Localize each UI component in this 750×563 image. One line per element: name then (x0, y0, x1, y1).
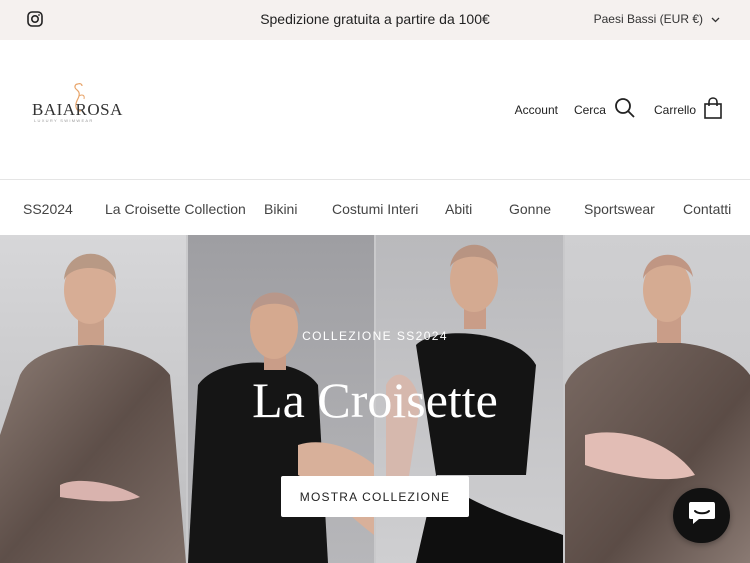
account-link[interactable]: Account (515, 103, 558, 117)
country-selector-label: Paesi Bassi (EUR €) (593, 12, 703, 26)
nav-item-la-croisette-collection[interactable]: La Croisette Collection (105, 201, 246, 217)
nav-item-abiti[interactable]: Abiti (445, 201, 472, 217)
shopping-bag-icon (704, 97, 722, 122)
logo-wordmark: BAIAROSA (32, 100, 123, 119)
search-label: Cerca (573, 102, 606, 117)
nav-item-costumi-interi[interactable]: Costumi Interi (332, 201, 418, 217)
cart-button[interactable]: Carrello (654, 97, 722, 122)
header-links: Account Cerca Carrello (515, 97, 722, 122)
country-selector[interactable]: Paesi Bassi (EUR €) (594, 12, 720, 26)
search-icon (614, 97, 636, 122)
nav-item-bikini[interactable]: Bikini (264, 201, 297, 217)
main-navigation: SS2024 La Croisette Collection Bikini Co… (0, 181, 750, 235)
logo[interactable]: BAIAROSA LUXURY SWIMWEAR (30, 80, 130, 128)
logo-tagline: LUXURY SWIMWEAR (34, 118, 94, 123)
search-button[interactable]: Cerca (574, 97, 636, 122)
nav-item-gonne[interactable]: Gonne (509, 201, 551, 217)
chat-icon (687, 499, 717, 532)
hero-subtitle: COLLEZIONE SS2024 (302, 329, 448, 343)
nav-item-ss2024[interactable]: SS2024 (23, 201, 73, 217)
announcement-bar: Spedizione gratuita a partire da 100€ Pa… (0, 0, 750, 40)
account-label: Account (514, 102, 558, 117)
hero-banner[interactable]: COLLEZIONE SS2024 La Croisette MOSTRA CO… (0, 235, 750, 563)
nav-item-sportswear[interactable]: Sportswear (584, 201, 655, 217)
show-collection-button[interactable]: MOSTRA COLLEZIONE (281, 476, 469, 517)
hero-title: La Croisette (252, 372, 498, 428)
cart-label: Carrello (653, 102, 696, 117)
chat-button[interactable] (673, 488, 730, 543)
hero-overlay: COLLEZIONE SS2024 La Croisette MOSTRA CO… (0, 235, 750, 563)
site-header: BAIAROSA LUXURY SWIMWEAR Account Cerca C… (0, 40, 750, 180)
chevron-down-icon (711, 12, 720, 26)
nav-item-contatti[interactable]: Contatti (683, 201, 731, 217)
